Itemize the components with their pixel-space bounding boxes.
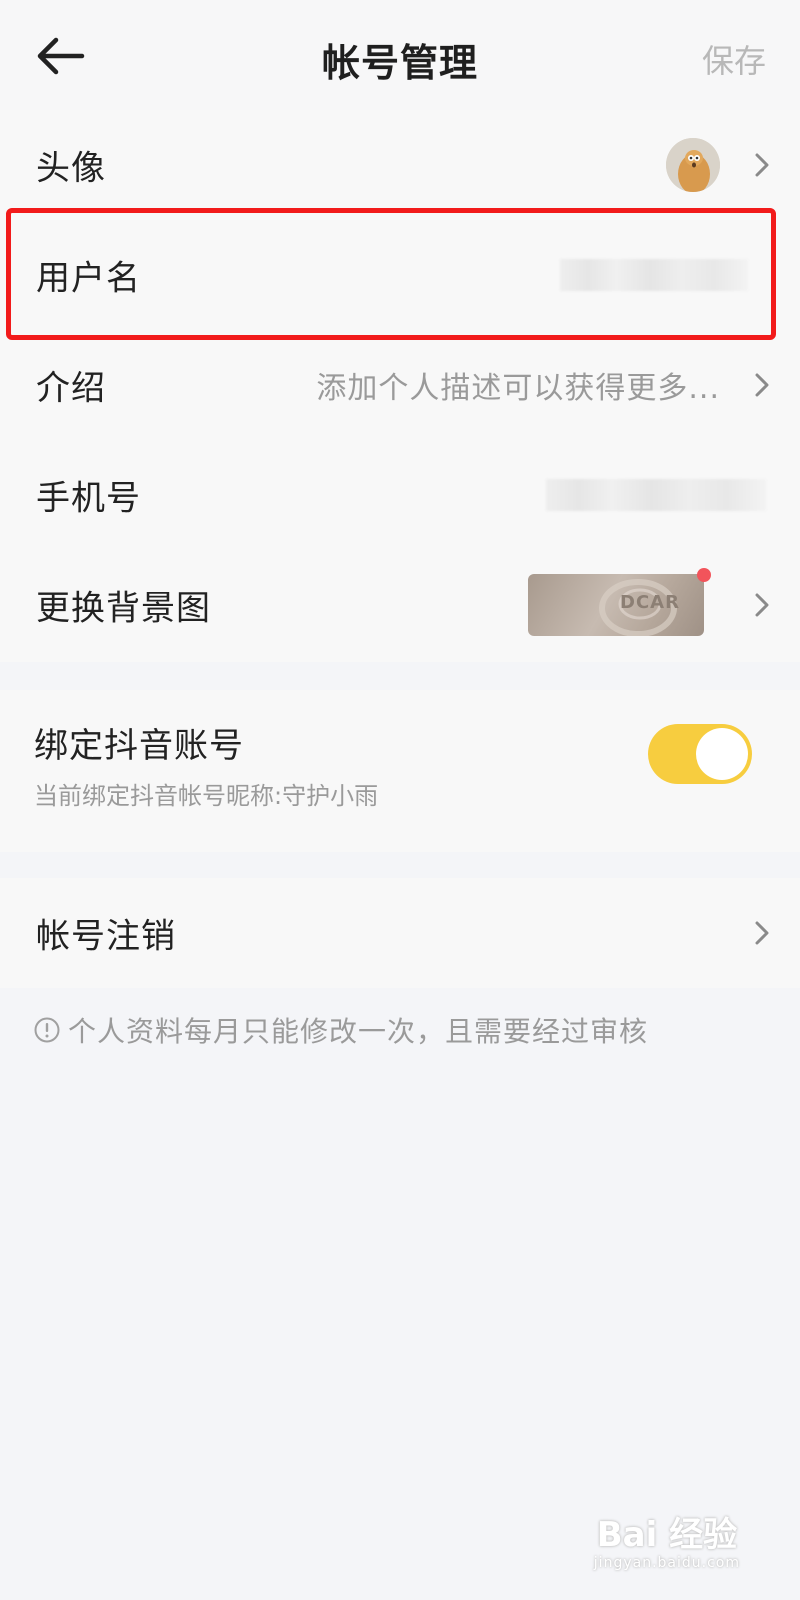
background-thumbnail-logo: DCAR — [620, 592, 680, 613]
avatar-character-icon — [666, 138, 720, 192]
avatar-label: 头像 — [36, 148, 106, 189]
watermark-sub: jingyan.baidu.com — [593, 1555, 740, 1571]
chevron-right-icon — [755, 373, 769, 397]
page-title: 帐号管理 — [321, 41, 478, 85]
top-bar: 帐号管理 保存 — [0, 0, 800, 110]
username-label: 用户名 — [36, 258, 141, 299]
info-icon — [34, 1017, 60, 1043]
bind-douyin-subtitle: 当前绑定抖音帐号昵称:守护小雨 — [34, 782, 379, 810]
account-cancel-row[interactable]: 帐号注销 — [0, 878, 800, 988]
chevron-right-icon — [755, 153, 769, 177]
phone-value-redacted — [546, 479, 766, 511]
notice-text: 个人资料每月只能修改一次，且需要经过审核 — [68, 1015, 649, 1048]
bind-douyin-toggle[interactable] — [648, 724, 752, 784]
new-badge-dot — [697, 568, 711, 582]
avatar-row[interactable]: 头像 — [0, 110, 800, 220]
chevron-right-icon — [755, 593, 769, 617]
background-row[interactable]: 更换背景图 DCAR — [0, 550, 800, 660]
phone-row[interactable]: 手机号 — [0, 440, 800, 550]
back-button[interactable] — [34, 36, 86, 76]
avatar — [666, 138, 720, 192]
intro-label: 介绍 — [36, 368, 106, 409]
account-cancel-section: 帐号注销 — [0, 878, 800, 988]
chevron-right-icon — [755, 921, 769, 945]
bind-douyin-section: 绑定抖音账号 当前绑定抖音帐号昵称:守护小雨 — [0, 690, 800, 852]
phone-label: 手机号 — [36, 478, 141, 519]
save-button[interactable]: 保存 — [702, 36, 766, 82]
toggle-knob — [696, 728, 748, 780]
account-cancel-label: 帐号注销 — [36, 916, 176, 957]
background-thumbnail: DCAR — [528, 574, 704, 636]
watermark: Bai 经验 jingyan.baidu.com — [594, 1518, 740, 1570]
intro-placeholder: 添加个人描述可以获得更多... — [316, 371, 720, 406]
bind-douyin-title: 绑定抖音账号 — [34, 726, 244, 766]
notice: 个人资料每月只能修改一次，且需要经过审核 — [34, 1010, 648, 1050]
watermark-main: Bai 经验 — [596, 1515, 738, 1555]
background-label: 更换背景图 — [36, 588, 211, 629]
username-value-redacted — [560, 259, 748, 291]
back-arrow-icon — [37, 37, 85, 75]
username-row[interactable]: 用户名 — [0, 220, 800, 330]
profile-section: 头像 用户名 介绍 添加个人描述可以获得更多... 手机号 更换背景图 DCAR — [0, 110, 800, 662]
intro-row[interactable]: 介绍 添加个人描述可以获得更多... — [0, 330, 800, 440]
